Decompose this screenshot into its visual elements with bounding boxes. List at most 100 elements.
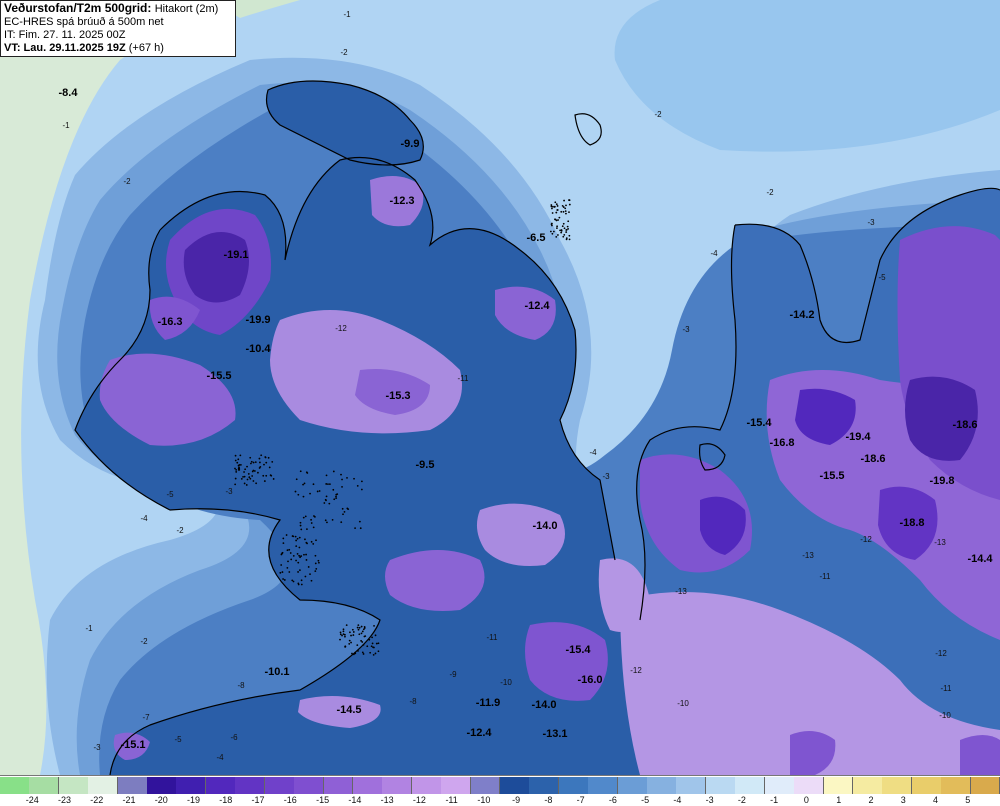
skerry-dot (304, 483, 306, 485)
isotherm-label: -6 (230, 733, 238, 742)
skerry-dot (555, 236, 557, 238)
skerry-dot (301, 584, 303, 586)
skerry-dot (290, 559, 292, 561)
skerry-dot (353, 631, 355, 633)
isotherm-label: -13 (675, 587, 687, 596)
colorbar-swatch (706, 777, 736, 794)
skerry-dot (556, 203, 558, 205)
colorbar-label: -24 (26, 795, 39, 805)
colorbar-label: 5 (965, 795, 970, 805)
skerry-dot (325, 499, 327, 501)
skerry-dot (344, 511, 346, 513)
isotherm-label: -13 (934, 538, 946, 547)
skerry-dot (313, 526, 315, 528)
temperature-value-label: -13.1 (542, 728, 567, 740)
isotherm-label: -4 (589, 448, 597, 457)
skerry-dot (298, 547, 300, 549)
skerry-dot (239, 464, 241, 466)
temperature-value-label: -16.8 (769, 437, 794, 449)
skerry-dot (238, 469, 240, 471)
skerry-dot (567, 228, 569, 230)
skerry-dot (326, 495, 328, 497)
colorbar-swatch (853, 777, 883, 794)
colorbar-label: -14 (348, 795, 361, 805)
skerry-dot (371, 645, 373, 647)
temperature-value-label: -9.5 (416, 459, 435, 471)
skerry-dot (305, 554, 307, 556)
skerry-dot (568, 235, 570, 237)
isotherm-label: -4 (140, 514, 148, 523)
skerry-dot (366, 645, 368, 647)
skerry-dot (295, 540, 297, 542)
skerry-dot (248, 473, 250, 475)
skerry-dot (554, 201, 556, 203)
skerry-dot (255, 482, 257, 484)
skerry-dot (244, 468, 246, 470)
skerry-dot (378, 650, 380, 652)
skerry-dot (353, 653, 355, 655)
skerry-dot (308, 566, 310, 568)
skerry-dot (291, 579, 293, 581)
skerry-dot (564, 207, 566, 209)
skerry-dot (375, 634, 377, 636)
colorbar-swatch (676, 777, 706, 794)
colorbar-label: -15 (316, 795, 329, 805)
skerry-dot (340, 633, 342, 635)
colorbar-swatch (882, 777, 912, 794)
skerry-dot (264, 480, 266, 482)
colorbar-label: -17 (252, 795, 265, 805)
skerry-dot (253, 480, 255, 482)
skerry-dot (265, 462, 267, 464)
colorbar-label: -5 (641, 795, 649, 805)
skerry-dot (336, 493, 338, 495)
skerry-dot (241, 478, 243, 480)
colorbar-swatch (206, 777, 236, 794)
colorbar-swatch (294, 777, 324, 794)
skerry-dot (250, 463, 252, 465)
isotherm-label: -1 (343, 10, 351, 19)
skerry-dot (315, 563, 317, 565)
skerry-dot (251, 475, 253, 477)
skerry-dot (302, 484, 304, 486)
isotherm-label: -4 (710, 249, 718, 258)
skerry-dot (249, 478, 251, 480)
skerry-dot (359, 521, 361, 523)
skerry-dot (317, 491, 319, 493)
colorbar-swatch (176, 777, 206, 794)
skerry-dot (364, 635, 366, 637)
skerry-dot (300, 470, 302, 472)
temperature-value-label: -18.6 (952, 419, 977, 431)
colorbar-label: -9 (512, 795, 520, 805)
skerry-dot (561, 229, 563, 231)
isotherm-label: -3 (867, 218, 875, 227)
skerry-dot (299, 556, 301, 558)
skerry-dot (242, 476, 244, 478)
skerry-dot (306, 543, 308, 545)
skerry-dot (343, 628, 345, 630)
skerry-dot (552, 206, 554, 208)
colorbar-swatch (0, 777, 30, 794)
skerry-dot (359, 627, 361, 629)
skerry-dot (364, 626, 366, 628)
skerry-dot (311, 522, 313, 524)
temperature-value-label: -14.4 (967, 553, 993, 565)
skerry-dot (568, 211, 570, 213)
colorbar-label: -21 (123, 795, 136, 805)
skerry-dot (288, 571, 290, 573)
skerry-dot (344, 645, 346, 647)
skerry-dot (296, 478, 298, 480)
map-subtitle: Hitakort (2m) (155, 3, 219, 15)
skerry-dot (556, 227, 558, 229)
temperature-value-label: -15.5 (206, 370, 231, 382)
skerry-dot (311, 541, 313, 543)
temperature-value-label: -15.3 (385, 390, 410, 402)
skerry-dot (332, 519, 334, 521)
temperature-value-label: -9.9 (401, 138, 420, 150)
skerry-dot (244, 483, 246, 485)
skerry-dot (263, 464, 265, 466)
skerry-dot (299, 569, 301, 571)
skerry-dot (346, 624, 348, 626)
skerry-dot (372, 643, 374, 645)
skerry-dot (357, 627, 359, 629)
skerry-dot (303, 496, 305, 498)
